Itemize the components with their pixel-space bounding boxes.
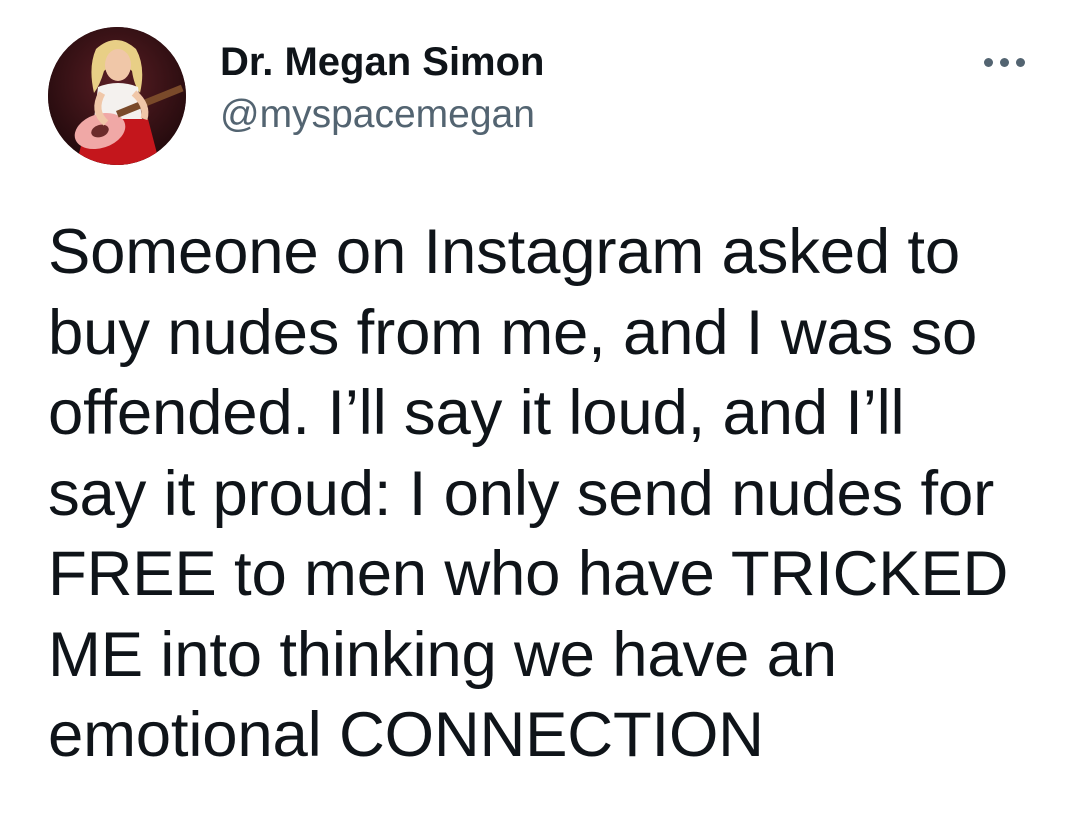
tweet-text-line: say it proud: I only send nudes for (48, 458, 995, 529)
author-handle[interactable]: @myspacemegan (220, 91, 535, 139)
tweet-card: Dr. Megan Simon @myspacemegan Someone on… (0, 0, 1080, 818)
tweet-text: Someone on Instagram asked to buy nudes … (48, 212, 1058, 776)
tweet-text-line: Someone on Instagram asked to (48, 217, 960, 287)
tweet-text-line: emotional CONNECTION (48, 700, 764, 770)
author-avatar[interactable] (48, 27, 186, 165)
more-horizontal-icon (983, 57, 993, 67)
more-horizontal-icon-dot-2 (999, 57, 1009, 67)
more-horizontal-icon-dot-3 (1015, 57, 1025, 67)
author-display-name[interactable]: Dr. Megan Simon (220, 38, 545, 86)
tweet-text-line: ME into thinking we have an (48, 619, 837, 690)
tweet-text-line: offended. I’ll say it loud, and I’ll (48, 378, 905, 448)
tweet-text-line: FREE to men who have TRICKED (48, 539, 1009, 609)
tweet-text-line: buy nudes from me, and I was so (48, 297, 978, 368)
avatar-photo-icon (48, 27, 186, 165)
more-options-button[interactable] (972, 42, 1036, 82)
